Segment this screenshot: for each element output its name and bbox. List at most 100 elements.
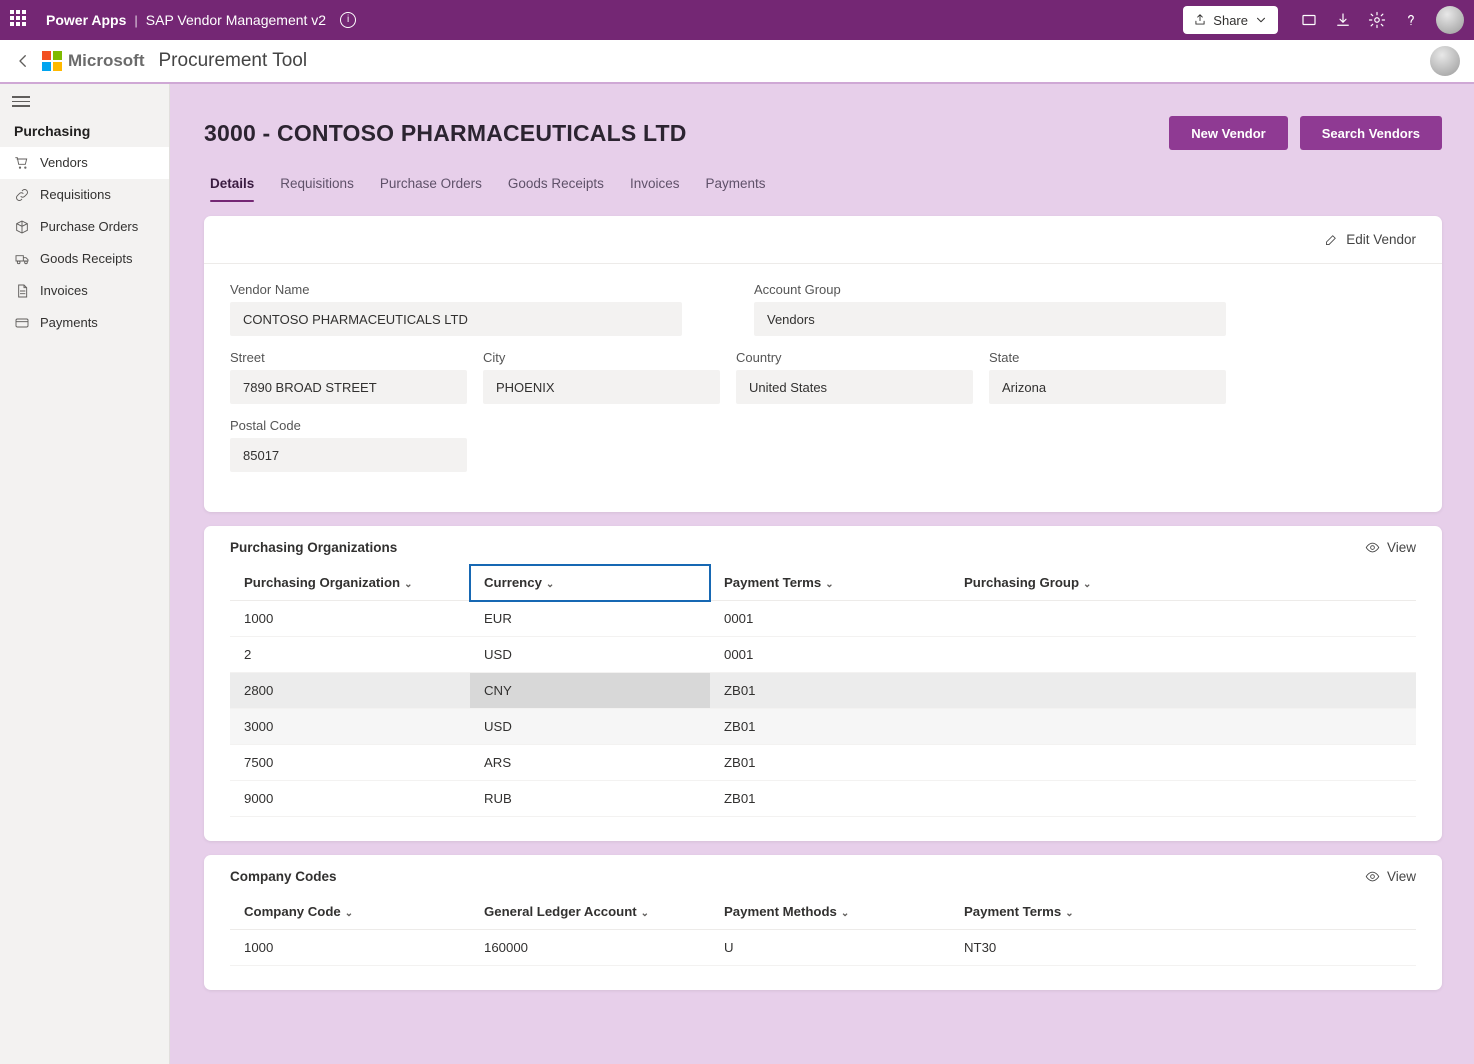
edit-vendor-button[interactable]: Edit Vendor	[1324, 232, 1416, 247]
col-payment-terms-cc[interactable]: Payment Terms⌄	[950, 894, 1416, 930]
table-row[interactable]: 1000160000UNT30	[230, 930, 1416, 966]
company-codes-table: Company Code⌄ General Ledger Account⌄ Pa…	[230, 894, 1416, 966]
sidebar-item-payments[interactable]: Payments	[0, 307, 169, 339]
sidebar-item-vendors[interactable]: Vendors	[0, 147, 169, 179]
col-payment-terms[interactable]: Payment Terms⌄	[710, 565, 950, 601]
purchasing-orgs-table: Purchasing Organization⌄ Currency⌄ Payme…	[230, 565, 1416, 817]
pencil-icon	[1324, 232, 1339, 247]
label-account-group: Account Group	[754, 282, 1226, 297]
field-city: PHOENIX	[483, 370, 720, 404]
tab-invoices[interactable]: Invoices	[630, 170, 680, 202]
details-card: Edit Vendor Vendor Name CONTOSO PHARMACE…	[204, 216, 1442, 512]
purchasing-orgs-card: Purchasing Organizations View Purchasing…	[204, 526, 1442, 841]
chevron-down-icon: ⌄	[825, 579, 833, 590]
col-gla[interactable]: General Ledger Account⌄	[470, 894, 710, 930]
truck-icon	[14, 251, 30, 267]
col-payment-methods[interactable]: Payment Methods⌄	[710, 894, 950, 930]
table-row[interactable]: 2800CNYZB01	[230, 673, 1416, 709]
app-name-label: SAP Vendor Management v2	[146, 12, 326, 28]
label-state: State	[989, 350, 1226, 365]
chevron-down-icon	[1254, 13, 1268, 27]
share-button[interactable]: Share	[1183, 6, 1278, 34]
sidebar-section-purchasing: Purchasing	[0, 117, 169, 147]
new-vendor-button[interactable]: New Vendor	[1169, 116, 1287, 150]
label-postal-code: Postal Code	[230, 418, 467, 433]
label-street: Street	[230, 350, 467, 365]
page-title: 3000 - CONTOSO PHARMACEUTICALS LTD	[204, 120, 687, 147]
fit-screen-icon[interactable]	[1292, 0, 1326, 40]
table-row[interactable]: 1000EUR0001	[230, 601, 1416, 637]
chevron-down-icon: ⌄	[1065, 908, 1073, 919]
tabs: Details Requisitions Purchase Orders Goo…	[204, 160, 1442, 202]
field-vendor-name: CONTOSO PHARMACEUTICALS LTD	[230, 302, 682, 336]
chevron-down-icon: ⌄	[546, 579, 554, 590]
col-purchasing-org[interactable]: Purchasing Organization⌄	[230, 565, 470, 601]
download-icon[interactable]	[1326, 0, 1360, 40]
document-icon	[14, 283, 30, 299]
help-icon[interactable]	[1394, 0, 1428, 40]
col-company-code[interactable]: Company Code⌄	[230, 894, 470, 930]
user-avatar-top[interactable]	[1436, 6, 1464, 34]
share-label: Share	[1213, 13, 1248, 28]
table-row[interactable]: 3000USDZB01	[230, 709, 1416, 745]
label-vendor-name: Vendor Name	[230, 282, 682, 297]
brand-divider: |	[134, 13, 137, 28]
col-purchasing-group[interactable]: Purchasing Group⌄	[950, 565, 1416, 601]
chevron-down-icon: ⌄	[841, 908, 849, 919]
company-codes-title: Company Codes	[230, 869, 337, 884]
field-street: 7890 BROAD STREET	[230, 370, 467, 404]
view-label: View	[1387, 540, 1416, 555]
share-icon	[1193, 13, 1207, 27]
package-icon	[14, 219, 30, 235]
field-state: Arizona	[989, 370, 1226, 404]
eye-icon	[1365, 540, 1380, 555]
sidebar-item-label: Payments	[40, 315, 98, 330]
sidebar-item-label: Purchase Orders	[40, 219, 138, 234]
hamburger-button[interactable]	[0, 92, 169, 117]
company-codes-card: Company Codes View Company Code⌄ General…	[204, 855, 1442, 990]
back-icon[interactable]	[14, 52, 32, 70]
field-postal-code: 85017	[230, 438, 467, 472]
chevron-down-icon: ⌄	[404, 579, 412, 590]
purchasing-orgs-view-button[interactable]: View	[1365, 540, 1416, 555]
sidebar-item-requisitions[interactable]: Requisitions	[0, 179, 169, 211]
tab-details[interactable]: Details	[210, 170, 254, 202]
chevron-down-icon: ⌄	[1083, 579, 1091, 590]
sub-header: Microsoft Procurement Tool	[0, 40, 1474, 84]
tool-title: Procurement Tool	[159, 50, 308, 72]
table-row[interactable]: 2USD0001	[230, 637, 1416, 673]
chevron-down-icon: ⌄	[345, 908, 353, 919]
card-icon	[14, 315, 30, 331]
sidebar-item-invoices[interactable]: Invoices	[0, 275, 169, 307]
purchasing-orgs-title: Purchasing Organizations	[230, 540, 397, 555]
eye-icon	[1365, 869, 1380, 884]
app-topbar: Power Apps | SAP Vendor Management v2 i …	[0, 0, 1474, 40]
info-icon[interactable]: i	[340, 12, 356, 28]
col-currency[interactable]: Currency⌄	[470, 565, 710, 601]
microsoft-logo-icon	[42, 51, 62, 71]
company-codes-view-button[interactable]: View	[1365, 869, 1416, 884]
tab-requisitions[interactable]: Requisitions	[280, 170, 354, 202]
settings-icon[interactable]	[1360, 0, 1394, 40]
field-country: United States	[736, 370, 973, 404]
tab-goods-receipts[interactable]: Goods Receipts	[508, 170, 604, 202]
user-avatar-sub[interactable]	[1430, 46, 1460, 76]
link-icon	[14, 187, 30, 203]
chevron-down-icon: ⌄	[641, 908, 649, 919]
sidebar-item-goods-receipts[interactable]: Goods Receipts	[0, 243, 169, 275]
sidebar-item-label: Invoices	[40, 283, 88, 298]
table-row[interactable]: 7500ARSZB01	[230, 745, 1416, 781]
cart-icon	[14, 155, 30, 171]
sidebar-item-purchase-orders[interactable]: Purchase Orders	[0, 211, 169, 243]
content-scroll-area[interactable]: 3000 - CONTOSO PHARMACEUTICALS LTD New V…	[170, 84, 1474, 1064]
tab-purchase-orders[interactable]: Purchase Orders	[380, 170, 482, 202]
label-country: Country	[736, 350, 973, 365]
tab-payments[interactable]: Payments	[705, 170, 765, 202]
field-account-group: Vendors	[754, 302, 1226, 336]
sidebar-item-label: Vendors	[40, 155, 88, 170]
brand-label: Power Apps	[46, 12, 126, 28]
sidebar: Purchasing Vendors Requisitions Purchase…	[0, 84, 170, 1064]
table-row[interactable]: 9000RUBZB01	[230, 781, 1416, 817]
search-vendors-button[interactable]: Search Vendors	[1300, 116, 1442, 150]
waffle-icon[interactable]	[10, 10, 30, 30]
